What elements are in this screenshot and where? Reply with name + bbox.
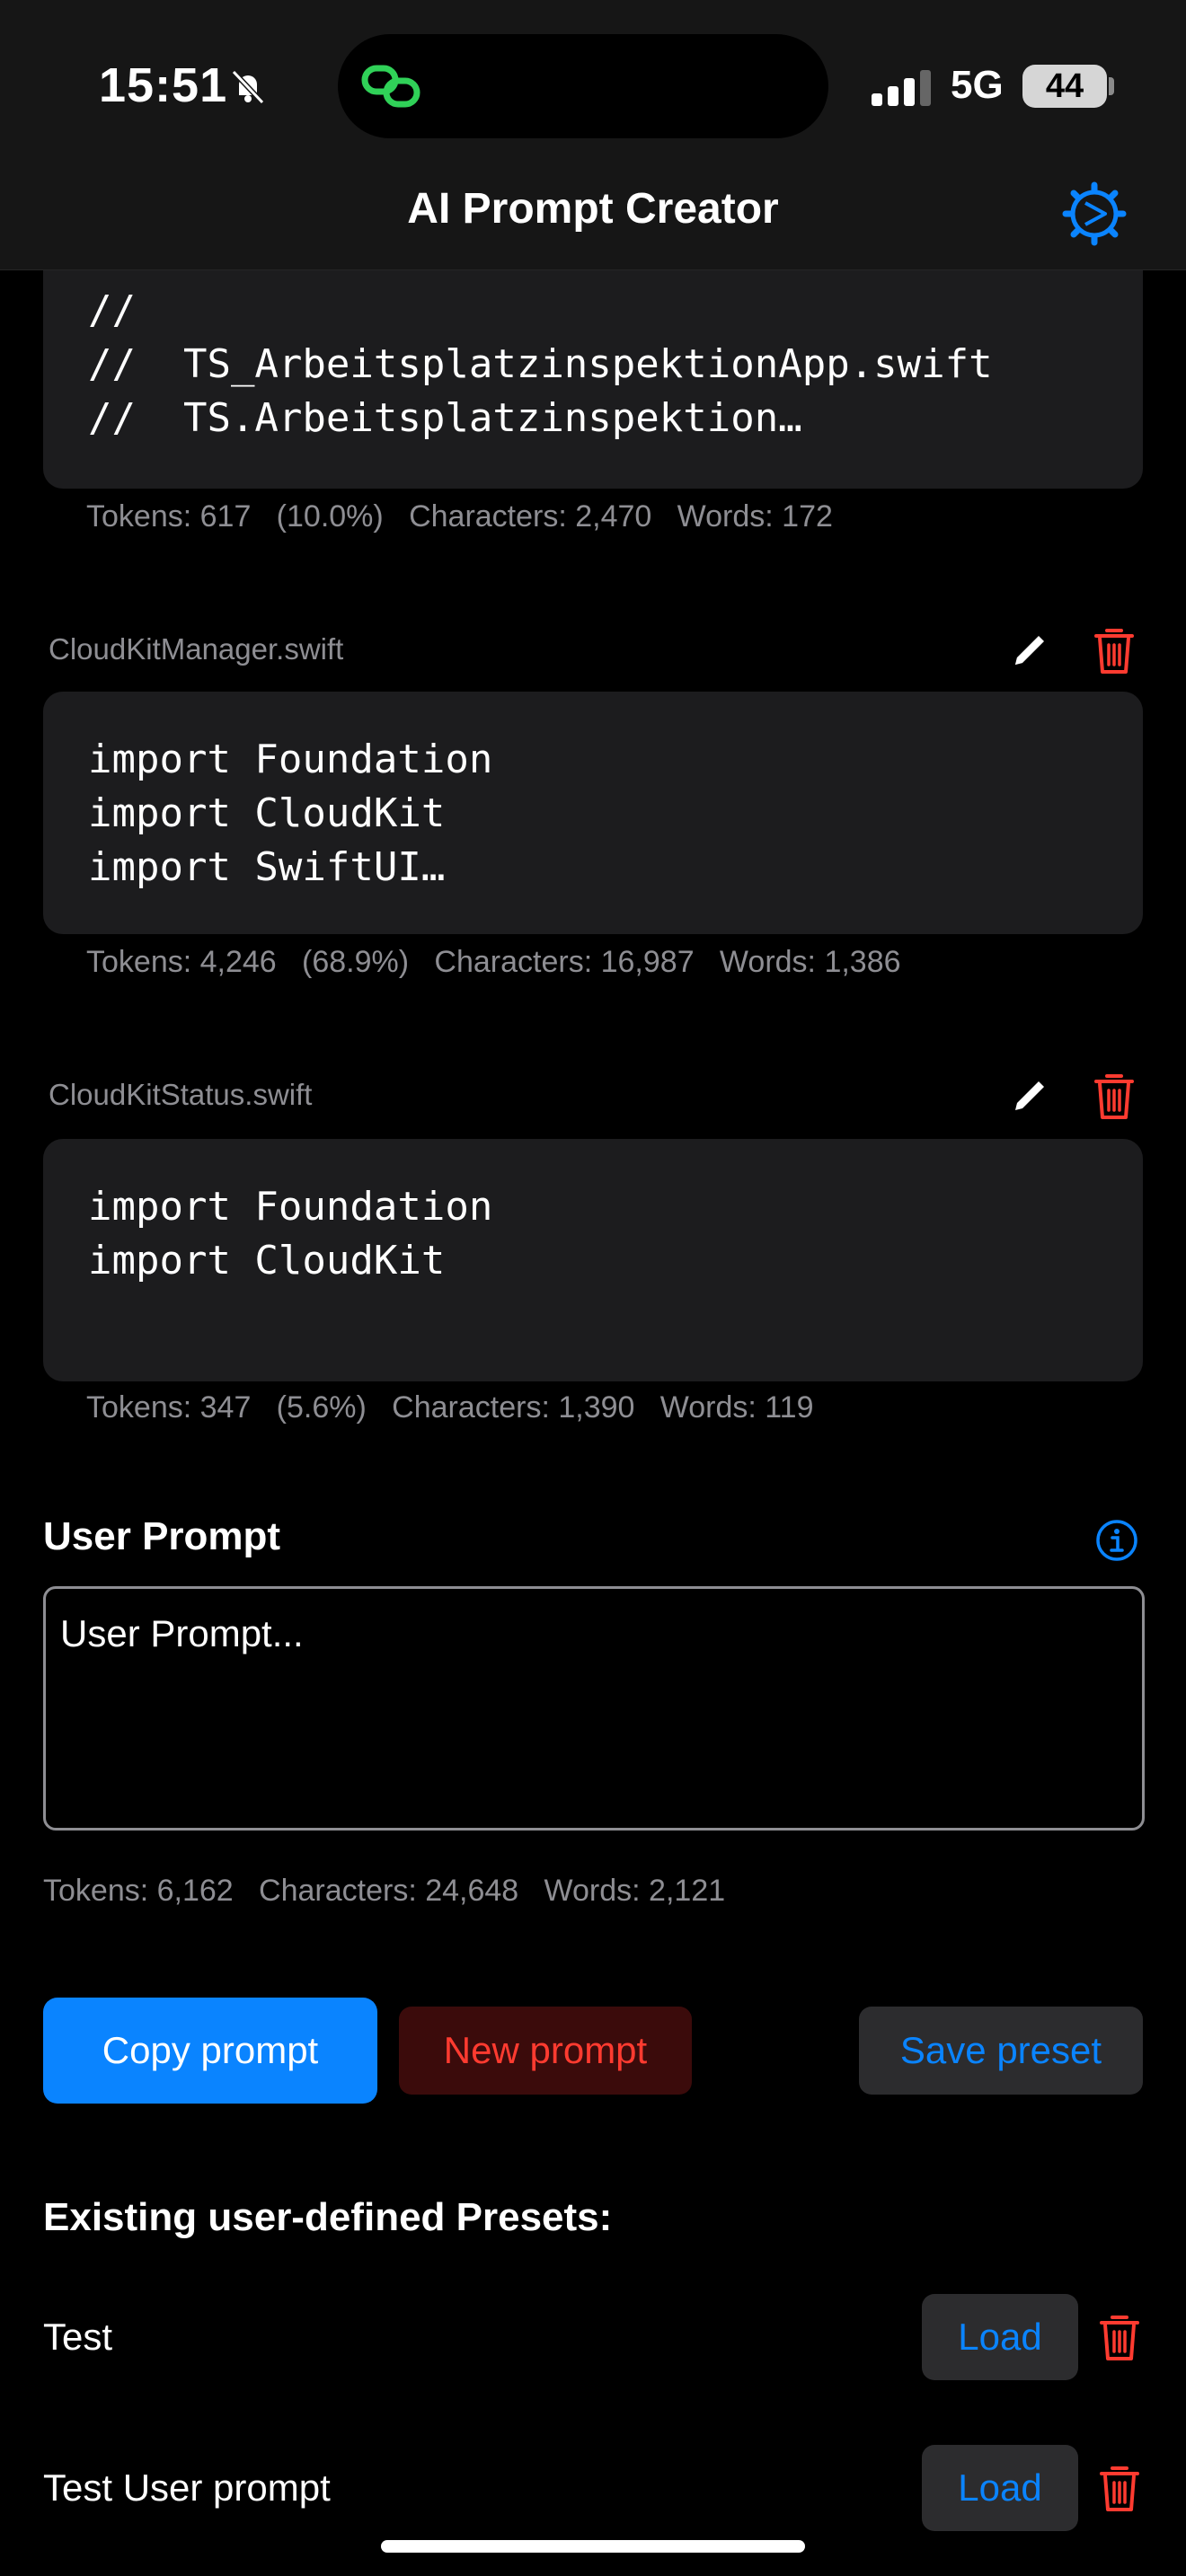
delete-preset-button[interactable] (1094, 2461, 1145, 2511)
file-name: CloudKitManager.swift (49, 632, 344, 666)
code-preview: import Foundation import CloudKit (88, 1184, 493, 1284)
settings-button[interactable] (1060, 180, 1128, 248)
delete-button[interactable] (1089, 1069, 1139, 1119)
file-stats: Tokens: 4,246 (68.9%) Characters: 16,987… (86, 945, 901, 979)
code-card: // // TS_ArbeitsplatzinspektionApp.swift… (43, 234, 1143, 489)
save-preset-button[interactable]: Save preset (859, 2007, 1143, 2095)
code-preview: // // TS_ArbeitsplatzinspektionApp.swift… (88, 287, 993, 441)
load-preset-button[interactable]: Load (922, 2445, 1078, 2531)
trash-icon (1100, 2316, 1139, 2360)
file-name: CloudKitStatus.swift (49, 1078, 313, 1111)
signal-icon (872, 70, 931, 106)
gear-icon (1062, 181, 1127, 246)
network-type: 5G (951, 63, 1004, 107)
info-icon (1096, 1520, 1137, 1561)
file-stats: Tokens: 347 (5.6%) Characters: 1,390 Wor… (86, 1390, 814, 1425)
trash-icon (1100, 2466, 1139, 2511)
code-card: import Foundation import CloudKit (43, 1139, 1143, 1381)
link-icon (361, 65, 420, 108)
battery-tip (1109, 77, 1114, 95)
pencil-icon (1015, 636, 1044, 665)
battery-level: 44 (1022, 65, 1107, 108)
trash-icon (1094, 629, 1134, 674)
edit-button[interactable] (1005, 625, 1055, 675)
prompt-stats: Tokens: 6,162 Characters: 24,648 Words: … (43, 1874, 726, 1908)
edit-button[interactable] (1005, 1071, 1055, 1121)
bell-slash-icon (231, 69, 265, 105)
preset-name: Test (43, 2316, 113, 2358)
load-preset-button[interactable]: Load (922, 2294, 1078, 2380)
new-prompt-button[interactable]: New prompt (399, 2007, 692, 2095)
preset-name: Test User prompt (43, 2466, 331, 2509)
delete-button[interactable] (1089, 623, 1139, 674)
user-prompt-title: User Prompt (43, 1514, 281, 1558)
code-card: import Foundation import CloudKit import… (43, 692, 1143, 934)
navigation-bar: 15:51 5G 44 AI Prompt Creator (0, 0, 1186, 270)
info-button[interactable] (1094, 1518, 1139, 1563)
delete-preset-button[interactable] (1094, 2310, 1145, 2360)
trash-icon (1094, 1074, 1134, 1119)
code-preview: import Foundation import CloudKit import… (88, 737, 493, 890)
presets-title: Existing user-defined Presets: (43, 2195, 613, 2239)
status-time: 15:51 (99, 58, 228, 112)
file-stats: Tokens: 617 (10.0%) Characters: 2,470 Wo… (86, 499, 833, 534)
page-title: AI Prompt Creator (407, 185, 779, 233)
user-prompt-input[interactable]: User Prompt... (43, 1586, 1145, 1831)
copy-prompt-button[interactable]: Copy prompt (43, 1998, 377, 2104)
user-prompt-placeholder: User Prompt... (60, 1612, 304, 1654)
home-indicator (381, 2540, 805, 2553)
pencil-icon (1015, 1081, 1044, 1110)
